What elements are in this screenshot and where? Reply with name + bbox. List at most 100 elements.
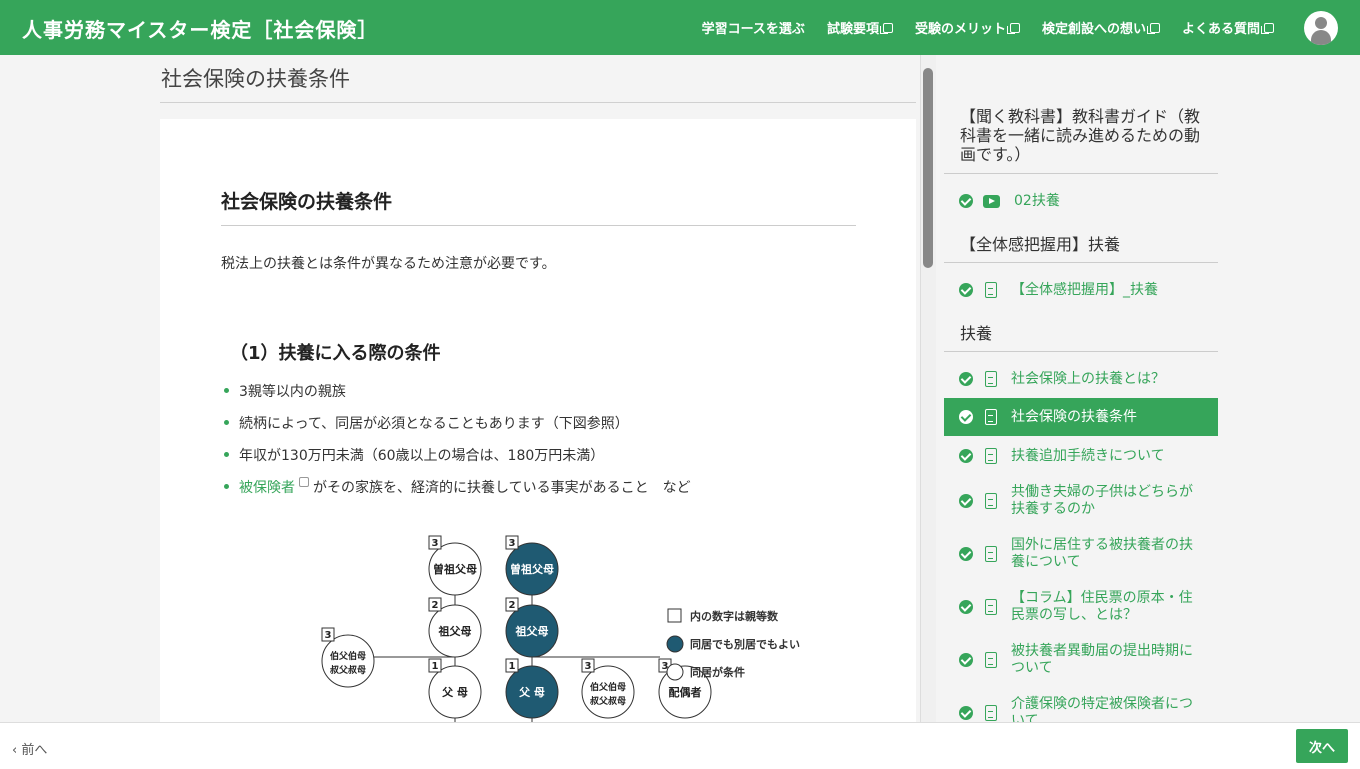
- check-icon: [959, 410, 973, 424]
- degree-number: 2: [432, 600, 439, 611]
- sidebar-section-title: 【聞く教科書】教科書ガイド（教科書を一緒に読み進めるための動画です。）: [960, 107, 1201, 164]
- prev-label: 前へ: [21, 743, 48, 758]
- sidebar-lesson[interactable]: 国外に居住する被扶養者の扶養について: [944, 536, 1218, 572]
- legend-square-icon: [667, 608, 682, 623]
- document-icon: [985, 705, 997, 721]
- node-label: 叔父叔母: [330, 664, 366, 676]
- sidebar-lesson[interactable]: 02扶養: [944, 191, 1218, 211]
- external-link-icon: [879, 22, 893, 34]
- node-label: 曽祖父母: [433, 562, 477, 576]
- relative-node: 祖父母 2: [428, 597, 482, 658]
- lesson-label: 02扶養: [1014, 192, 1060, 209]
- nav-label: 受験のメリット: [914, 22, 1006, 37]
- degree-number: 3: [585, 661, 592, 672]
- check-icon: [959, 283, 973, 297]
- external-link-icon: [1261, 22, 1274, 34]
- main-content: 社会保険の扶養条件 社会保険の扶養条件 税法上の扶養とは条件が異なるため注意が必…: [0, 55, 920, 722]
- node-label: 祖父母: [515, 624, 549, 638]
- document-icon: [985, 409, 997, 425]
- node-label: 伯父伯母: [330, 650, 366, 662]
- relative-node: 祖父母 2: [505, 597, 559, 658]
- relative-node: 父 母 1: [505, 658, 559, 719]
- sidebar-lesson[interactable]: 【コラム】住民票の原本・住民票の写し、とは？: [944, 589, 1218, 625]
- nav-merits[interactable]: 受験のメリット: [915, 18, 1020, 37]
- family-relation-diagram: 曽祖父母3曽祖父母3祖父母2祖父母2伯父伯母叔父叔母3父 母1父 母1伯父伯母叔…: [321, 535, 800, 722]
- relative-node: 伯父伯母叔父叔母 3: [581, 658, 635, 719]
- divider: [944, 351, 1218, 352]
- relative-node: 曽祖父母 3: [428, 535, 482, 596]
- check-icon: [959, 449, 973, 463]
- relative-node: 曽祖父母 3: [505, 535, 559, 596]
- nav-select-course[interactable]: 学習コースを選ぶ: [702, 18, 805, 37]
- check-icon: [959, 547, 973, 561]
- nav-label: 学習コースを選ぶ: [701, 22, 805, 37]
- lesson-label: 被扶養者異動届の提出時期について: [1011, 643, 1193, 676]
- document-icon: [985, 599, 997, 615]
- legend-filled-circle-icon: [666, 635, 684, 653]
- lesson-label: 【コラム】住民票の原本・住民票の写し、とは？: [1011, 590, 1193, 623]
- nav-label: 試験要項: [826, 22, 879, 37]
- lesson-label: 社会保険の扶養条件: [1011, 408, 1137, 425]
- legend-text: 内の数字は親等数: [690, 609, 779, 623]
- sidebar-lesson[interactable]: 被扶養者異動届の提出時期について: [944, 642, 1218, 678]
- node-label: 伯父伯母: [590, 681, 626, 693]
- scrollbar-thumb[interactable]: [923, 68, 933, 268]
- sidebar-section-title: 扶養: [960, 324, 993, 343]
- lesson-label: 【全体感把握用】_扶養: [1011, 281, 1158, 298]
- lesson-label: 扶養追加手続きについて: [1011, 447, 1165, 464]
- check-icon: [959, 372, 973, 386]
- top-header: 人事労務マイスター検定［社会保険］ 学習コースを選ぶ 試験要項 受験のメリット …: [0, 0, 1360, 55]
- user-avatar-icon[interactable]: [1304, 11, 1338, 45]
- lesson-label: 国外に居住する被扶養者の扶養について: [1011, 537, 1193, 570]
- legend-text: 同居でも別居でもよい: [690, 637, 800, 651]
- legend-text: 同居が条件: [690, 665, 745, 679]
- nav-philosophy[interactable]: 検定創設への想い: [1042, 18, 1160, 37]
- sidebar-lesson[interactable]: 扶養追加手続きについて: [944, 446, 1218, 466]
- nav-label: よくある質問: [1181, 22, 1260, 37]
- course-sidebar: 【聞く教科書】教科書ガイド（教科書を一緒に読み進めるための動画です。） 02扶養…: [944, 55, 1218, 722]
- prev-button[interactable]: ‹ 前へ: [12, 739, 47, 758]
- divider: [944, 262, 1218, 263]
- top-nav: 学習コースを選ぶ 試験要項 受験のメリット 検定創設への想い よくある質問: [702, 18, 1274, 37]
- lesson-label: 共働き夫婦の子供はどちらが扶養するのか: [1011, 484, 1193, 517]
- check-icon: [959, 706, 973, 720]
- degree-number: 3: [325, 630, 332, 641]
- video-icon: [983, 194, 1000, 208]
- sidebar-lesson[interactable]: 【全体感把握用】_扶養: [944, 280, 1218, 300]
- external-link-icon: [1006, 22, 1020, 34]
- nav-faq[interactable]: よくある質問: [1182, 18, 1274, 37]
- legend-empty-circle-icon: [666, 663, 684, 681]
- document-icon: [985, 371, 997, 387]
- footer-bar: ‹ 前へ 次へ: [0, 722, 1360, 769]
- next-button[interactable]: 次へ: [1296, 729, 1348, 763]
- brand-title[interactable]: 人事労務マイスター検定［社会保険］: [22, 14, 378, 43]
- node-label: 配偶者: [669, 685, 702, 699]
- document-icon: [985, 448, 997, 464]
- external-link-icon: [1146, 22, 1160, 34]
- document-icon: [985, 493, 997, 509]
- degree-number: 1: [432, 661, 439, 672]
- lesson-label: 介護保険の特定被保険者について: [1011, 696, 1193, 722]
- document-icon: [985, 282, 997, 298]
- sidebar-lesson-active[interactable]: 社会保険の扶養条件: [944, 398, 1218, 436]
- degree-number: 3: [432, 538, 439, 549]
- sidebar-lesson[interactable]: 共働き夫婦の子供はどちらが扶養するのか: [944, 483, 1218, 519]
- relative-node: 父 母 1: [428, 658, 482, 719]
- content-card: 社会保険の扶養条件 税法上の扶養とは条件が異なるため注意が必要です。 （1）扶養…: [160, 119, 916, 722]
- nav-label: 検定創設への想い: [1041, 22, 1146, 37]
- relative-node: 伯父伯母叔父叔母 3: [321, 627, 375, 688]
- lesson-label: 社会保険上の扶養とは？: [1011, 370, 1165, 387]
- sidebar-lesson[interactable]: 介護保険の特定被保険者について: [944, 695, 1218, 722]
- degree-number: 3: [509, 538, 516, 549]
- check-icon: [959, 600, 973, 614]
- check-icon: [959, 494, 973, 508]
- node-label: 叔父叔母: [590, 695, 626, 707]
- check-icon: [959, 653, 973, 667]
- degree-number: 1: [509, 661, 516, 672]
- node-label: 父 母: [518, 686, 545, 699]
- check-icon: [959, 194, 973, 208]
- document-icon: [985, 652, 997, 668]
- sidebar-lesson[interactable]: 社会保険上の扶養とは？: [944, 369, 1218, 389]
- nav-exam-info[interactable]: 試験要項: [827, 18, 893, 37]
- degree-number: 2: [509, 600, 516, 611]
